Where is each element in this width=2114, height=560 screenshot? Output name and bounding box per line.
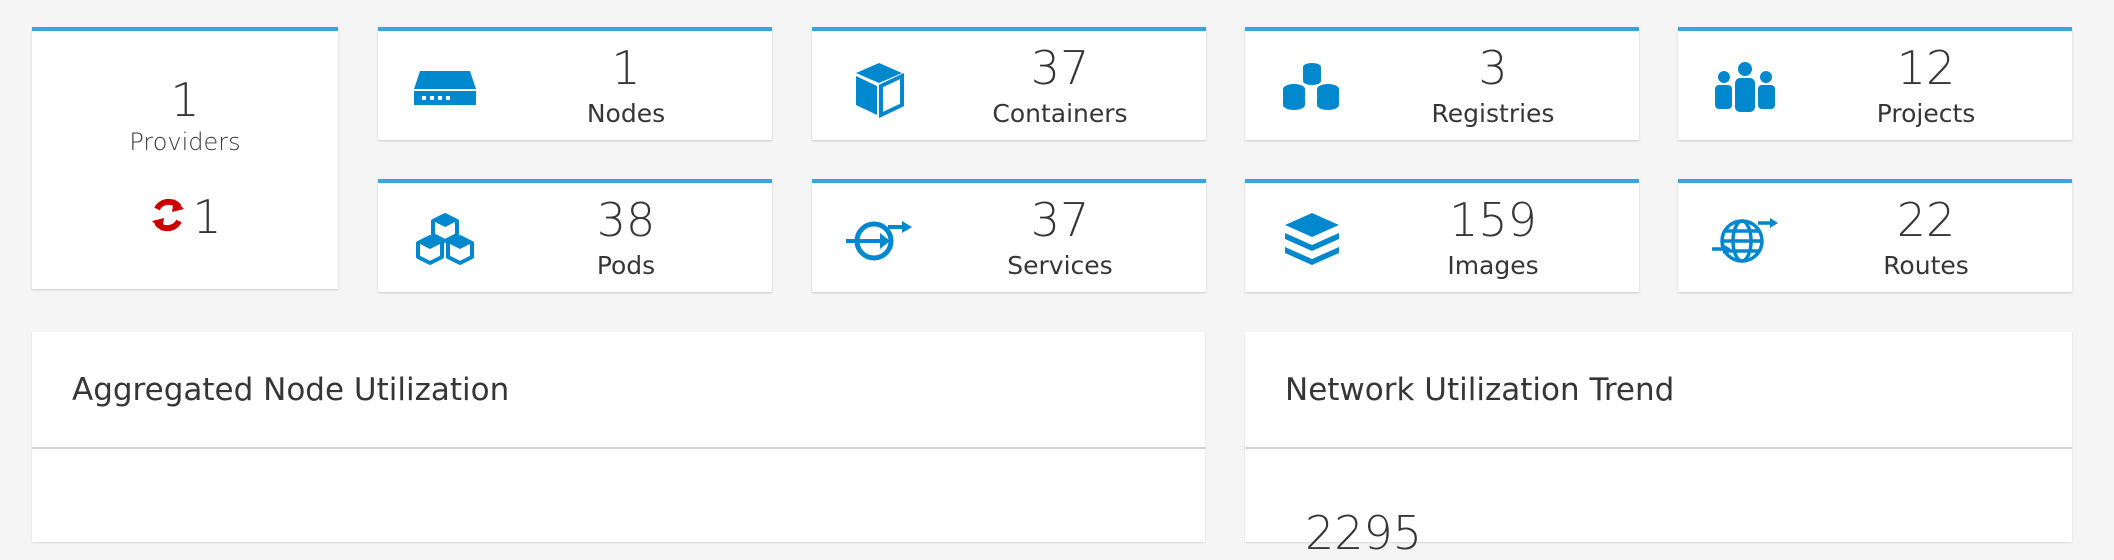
nodes-label: Nodes [586,99,666,128]
providers-status[interactable]: 1 [32,189,338,245]
routes-card[interactable]: 22 Routes [1678,179,2072,292]
services-count: 37 [1030,193,1090,247]
registries-label: Registries [1431,99,1555,128]
cube-icon [844,59,914,119]
projects-card[interactable]: 12 Projects [1678,27,2072,140]
node-utilization-panel: Aggregated Node Utilization [32,332,1205,542]
registries-card[interactable]: 3 Registries [1245,27,1639,140]
registry-icon [1277,59,1347,119]
providers-label: Providers [129,128,241,156]
users-icon [1710,59,1780,119]
nodes-count: 1 [611,41,641,95]
routes-count: 22 [1896,193,1956,247]
projects-label: Projects [1876,99,1976,128]
node-utilization-title: Aggregated Node Utilization [32,332,1205,449]
cubes-icon [410,211,480,271]
network-trend-panel: Network Utilization Trend 2295 [1245,332,2072,556]
refresh-icon [148,195,188,239]
providers-count: 1 [170,73,200,127]
containers-label: Containers [992,99,1128,128]
pods-card[interactable]: 38 Pods [378,179,772,292]
routes-label: Routes [1883,251,1969,280]
containers-card[interactable]: 37 Containers [812,27,1206,140]
nodes-card[interactable]: 1 Nodes [378,27,772,140]
server-icon [410,59,480,119]
pods-label: Pods [596,251,656,280]
images-card[interactable]: 159 Images [1245,179,1639,292]
registries-count: 3 [1478,41,1508,95]
network-trend-title: Network Utilization Trend [1245,332,2072,449]
network-trend-value: 2295 [1305,506,1423,560]
pods-count: 38 [596,193,656,247]
providers-status-count: 1 [192,190,222,244]
providers-card[interactable]: 1 Providers 1 [32,27,338,289]
globe-icon [1710,211,1780,271]
services-card[interactable]: 37 Services [812,179,1206,292]
projects-count: 12 [1896,41,1956,95]
images-label: Images [1447,251,1539,280]
images-count: 159 [1449,193,1537,247]
containers-count: 37 [1030,41,1090,95]
layers-icon [1277,211,1347,271]
services-label: Services [1007,251,1113,280]
service-icon [844,211,914,271]
